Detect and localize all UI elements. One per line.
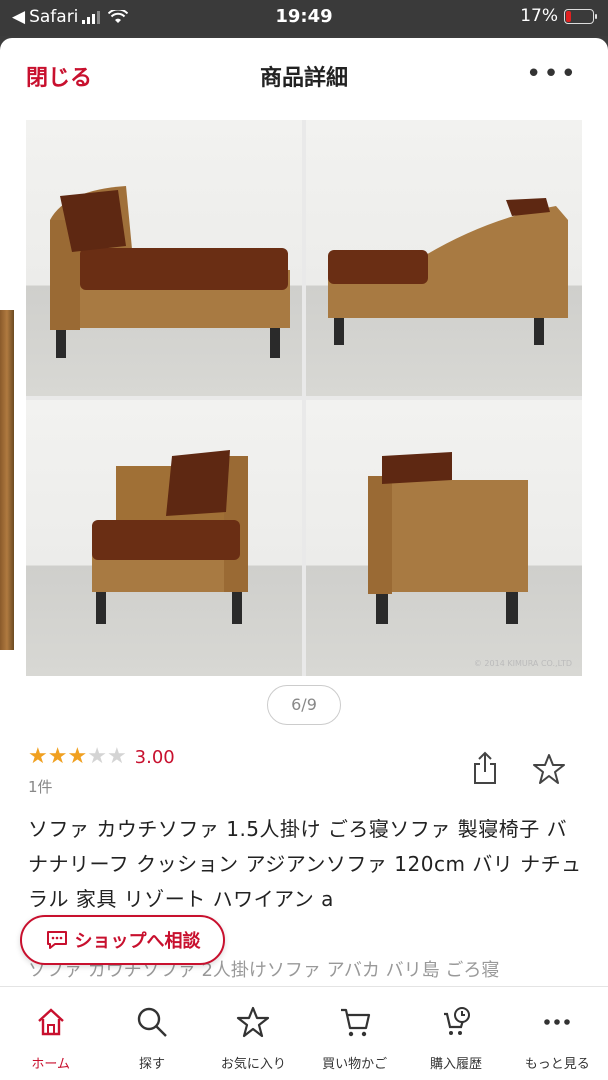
image-copyright: © 2014 KIMURA CO.,LTD (473, 659, 572, 668)
star-3-icon: ★ (67, 744, 88, 769)
battery-percent: 17% (520, 6, 558, 26)
history-icon (443, 1007, 470, 1035)
product-title: ソファ カウチソファ 1.5人掛け ごろ寝ソファ 製寝椅子 バナナリーフ クッシ… (28, 817, 582, 911)
header: 閉じる 商品詳細 ••• (0, 38, 608, 110)
status-time: 19:49 (275, 6, 333, 27)
bottom-nav: ホーム 探す お気に入り 買い物かご 購入履歴 もっと見る (0, 986, 608, 1080)
share-icon[interactable] (470, 750, 500, 786)
nav-cart[interactable]: 買い物かご (304, 987, 405, 1080)
nav-search[interactable]: 探す (101, 987, 202, 1080)
star-icon (237, 1006, 270, 1038)
nav-search-label: 探す (138, 1057, 165, 1072)
rating-stars[interactable]: ★ ★ ★ ★ ★ 3.00 (28, 746, 175, 768)
review-count[interactable]: 1件 (28, 776, 53, 797)
product-detail-sheet: 閉じる 商品詳細 ••• © 2014 KIMURA CO.,LTD 6/9 ★… (0, 38, 608, 1080)
search-icon (137, 1007, 167, 1037)
star-5-icon: ★ (106, 744, 127, 769)
star-4-icon: ★ (87, 744, 107, 769)
page-title: 商品詳細 (259, 66, 348, 91)
contact-shop-button[interactable]: ショップへ相談 (20, 915, 225, 965)
favorite-star-icon[interactable] (532, 752, 566, 786)
image-view-front-right (306, 120, 582, 396)
nav-history-label: 購入履歴 (429, 1057, 482, 1072)
nav-favorites-label: お気に入り (220, 1057, 286, 1072)
more-menu-button[interactable]: ••• (526, 61, 578, 87)
image-view-front-left (26, 120, 302, 396)
battery-icon (564, 8, 597, 24)
nav-home[interactable]: ホーム (0, 987, 101, 1080)
status-right: 17% (520, 6, 597, 26)
image-view-side-left (26, 400, 302, 676)
product-image[interactable]: © 2014 KIMURA CO.,LTD (26, 120, 582, 676)
chat-bubble-icon (46, 931, 67, 949)
contact-shop-label: ショップへ相談 (74, 931, 201, 952)
image-view-back: © 2014 KIMURA CO.,LTD (306, 400, 582, 676)
image-gallery[interactable]: © 2014 KIMURA CO.,LTD (0, 120, 608, 680)
previous-image-peek[interactable] (0, 310, 14, 650)
rating-score: 3.00 (134, 746, 175, 768)
cart-icon (340, 1008, 370, 1037)
status-bar: ◀ Safari 19:49 17% (0, 0, 608, 36)
nav-cart-label: 買い物かご (322, 1057, 388, 1072)
nav-favorites[interactable]: お気に入り (203, 987, 304, 1080)
home-icon (37, 1008, 64, 1036)
nav-history[interactable]: 購入履歴 (405, 987, 506, 1080)
image-pager: 6/9 (267, 685, 341, 725)
star-2-icon: ★ (47, 744, 68, 769)
more-icon (544, 1019, 571, 1025)
star-1-icon: ★ (28, 744, 48, 769)
nav-more[interactable]: もっと見る (507, 987, 608, 1080)
nav-more-label: もっと見る (524, 1057, 590, 1072)
nav-home-label: ホーム (31, 1057, 70, 1072)
